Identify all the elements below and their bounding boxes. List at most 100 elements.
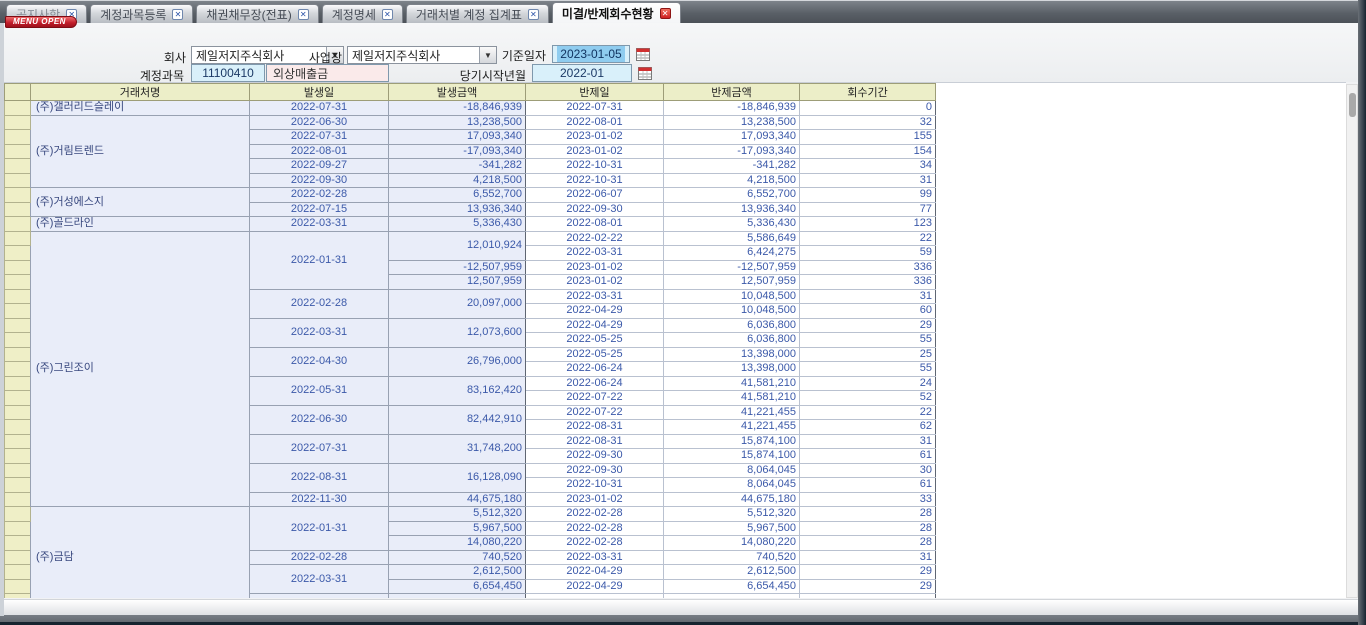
base-date-input[interactable]: 2023-01-05 bbox=[552, 45, 630, 63]
row-indicator[interactable] bbox=[5, 536, 31, 551]
column-header-0[interactable]: 거래처명 bbox=[31, 84, 250, 101]
tab-close-icon[interactable]: ✕ bbox=[528, 9, 539, 20]
occurrence-date-cell: 2022-07-31 bbox=[250, 434, 389, 463]
settlement-amount-cell: 14,080,220 bbox=[664, 536, 800, 551]
horizontal-scrollbar[interactable] bbox=[4, 599, 1358, 615]
row-indicator[interactable] bbox=[5, 173, 31, 188]
collection-days-cell: 123 bbox=[800, 217, 936, 232]
row-indicator[interactable] bbox=[5, 231, 31, 246]
tab-label: 미결/반제회수현황 bbox=[562, 5, 654, 22]
row-indicator[interactable] bbox=[5, 449, 31, 464]
column-header-5[interactable]: 회수기간 bbox=[800, 84, 936, 101]
tab-4[interactable]: 거래처별 계정 집계표✕ bbox=[406, 4, 549, 23]
settlement-amount-cell: 10,048,500 bbox=[664, 304, 800, 319]
menu-open-button[interactable]: MENU OPEN bbox=[5, 16, 77, 28]
row-indicator[interactable] bbox=[5, 115, 31, 130]
settlement-amount-cell: 5,512,320 bbox=[664, 507, 800, 522]
column-header-1[interactable]: 발생일 bbox=[250, 84, 389, 101]
row-indicator[interactable] bbox=[5, 144, 31, 159]
row-indicator[interactable] bbox=[5, 420, 31, 435]
row-indicator[interactable] bbox=[5, 507, 31, 522]
occurrence-amount-cell bbox=[389, 594, 526, 599]
period-start-input[interactable]: 2022-01 bbox=[532, 64, 632, 82]
row-indicator[interactable] bbox=[5, 188, 31, 203]
collection-days-cell: 62 bbox=[800, 420, 936, 435]
row-indicator[interactable] bbox=[5, 159, 31, 174]
row-indicator[interactable] bbox=[5, 275, 31, 290]
tab-1[interactable]: 계정과목등록✕ bbox=[90, 4, 193, 23]
collection-days-cell: 61 bbox=[800, 478, 936, 493]
row-indicator[interactable] bbox=[5, 362, 31, 377]
tab-5[interactable]: 미결/반제회수현황 ✕ bbox=[552, 2, 681, 23]
settlement-date-cell: 2022-08-01 bbox=[526, 115, 664, 130]
occurrence-amount-cell: 5,512,320 bbox=[389, 507, 526, 522]
occurrence-amount-cell: 6,654,450 bbox=[389, 579, 526, 594]
calendar-icon[interactable] bbox=[638, 66, 652, 80]
row-indicator[interactable] bbox=[5, 376, 31, 391]
filter-form: 회사 제일저지주식회사 ▼ 사업장 제일저지주식회사 ▼ 기준일자 2023-0… bbox=[4, 23, 1358, 82]
tab-close-icon[interactable]: ✕ bbox=[660, 8, 671, 19]
tab-close-icon[interactable]: ✕ bbox=[298, 9, 309, 20]
row-indicator[interactable] bbox=[5, 492, 31, 507]
vertical-scrollbar-thumb[interactable] bbox=[1349, 93, 1356, 117]
occurrence-date-cell: 2022-04-30 bbox=[250, 347, 389, 376]
row-indicator[interactable] bbox=[5, 260, 31, 275]
tab-3[interactable]: 계정명세✕ bbox=[322, 4, 403, 23]
column-header-4[interactable]: 반제금액 bbox=[664, 84, 800, 101]
settlement-date-cell: 2022-03-31 bbox=[526, 289, 664, 304]
row-indicator[interactable] bbox=[5, 333, 31, 348]
row-indicator[interactable] bbox=[5, 434, 31, 449]
row-indicator[interactable] bbox=[5, 304, 31, 319]
row-indicator[interactable] bbox=[5, 130, 31, 145]
chevron-down-icon[interactable]: ▼ bbox=[479, 47, 496, 63]
row-indicator[interactable] bbox=[5, 579, 31, 594]
row-indicator[interactable] bbox=[5, 347, 31, 362]
column-header-2[interactable]: 발생금액 bbox=[389, 84, 526, 101]
settlement-date-cell: 2022-02-28 bbox=[526, 507, 664, 522]
collection-days-cell: 31 bbox=[800, 550, 936, 565]
row-indicator[interactable] bbox=[5, 289, 31, 304]
tab-close-icon[interactable]: ✕ bbox=[172, 9, 183, 20]
row-indicator[interactable] bbox=[5, 246, 31, 261]
tab-close-icon[interactable]: ✕ bbox=[382, 9, 393, 20]
settlement-date-cell: 2022-04-29 bbox=[526, 318, 664, 333]
row-indicator[interactable] bbox=[5, 202, 31, 217]
settlement-date-cell: 2022-07-31 bbox=[526, 101, 664, 116]
row-indicator[interactable] bbox=[5, 550, 31, 565]
row-indicator[interactable] bbox=[5, 565, 31, 580]
settlement-amount-cell: -17,093,340 bbox=[664, 144, 800, 159]
site-value: 제일저지주식회사 bbox=[348, 47, 479, 64]
collection-days-cell: 336 bbox=[800, 260, 936, 275]
site-select[interactable]: 제일저지주식회사 ▼ bbox=[347, 46, 497, 64]
row-indicator[interactable] bbox=[5, 101, 31, 116]
row-indicator[interactable] bbox=[5, 318, 31, 333]
row-indicator[interactable] bbox=[5, 594, 31, 599]
collection-days-cell: 24 bbox=[800, 376, 936, 391]
collection-days-cell bbox=[800, 594, 936, 599]
row-indicator[interactable] bbox=[5, 391, 31, 406]
row-indicator[interactable] bbox=[5, 521, 31, 536]
calendar-icon[interactable] bbox=[636, 47, 650, 61]
occurrence-date-cell: 2022-06-30 bbox=[250, 405, 389, 434]
row-indicator[interactable] bbox=[5, 217, 31, 232]
row-indicator[interactable] bbox=[5, 463, 31, 478]
collection-days-cell: 29 bbox=[800, 318, 936, 333]
occurrence-date-cell: 2022-02-28 bbox=[250, 550, 389, 565]
collection-days-cell: 30 bbox=[800, 463, 936, 478]
account-code-input[interactable]: 11100410 bbox=[191, 64, 265, 82]
occurrence-amount-cell: 20,097,000 bbox=[389, 289, 526, 318]
column-header-3[interactable]: 반제일 bbox=[526, 84, 664, 101]
base-date-value: 2023-01-05 bbox=[557, 46, 624, 62]
occurrence-date-cell: 2022-03-31 bbox=[250, 217, 389, 232]
occurrence-date-cell: 2022-07-31 bbox=[250, 101, 389, 116]
settlement-date-cell bbox=[526, 594, 664, 599]
settlement-date-cell: 2023-01-02 bbox=[526, 130, 664, 145]
row-indicator[interactable] bbox=[5, 405, 31, 420]
row-indicator[interactable] bbox=[5, 478, 31, 493]
settlement-date-cell: 2022-03-31 bbox=[526, 550, 664, 565]
occurrence-amount-cell: 31,748,200 bbox=[389, 434, 526, 463]
settlement-date-cell: 2022-06-07 bbox=[526, 188, 664, 203]
vertical-scrollbar[interactable] bbox=[1346, 84, 1358, 598]
settlement-date-cell: 2022-04-29 bbox=[526, 579, 664, 594]
tab-2[interactable]: 채권채무장(전표)✕ bbox=[196, 4, 318, 23]
